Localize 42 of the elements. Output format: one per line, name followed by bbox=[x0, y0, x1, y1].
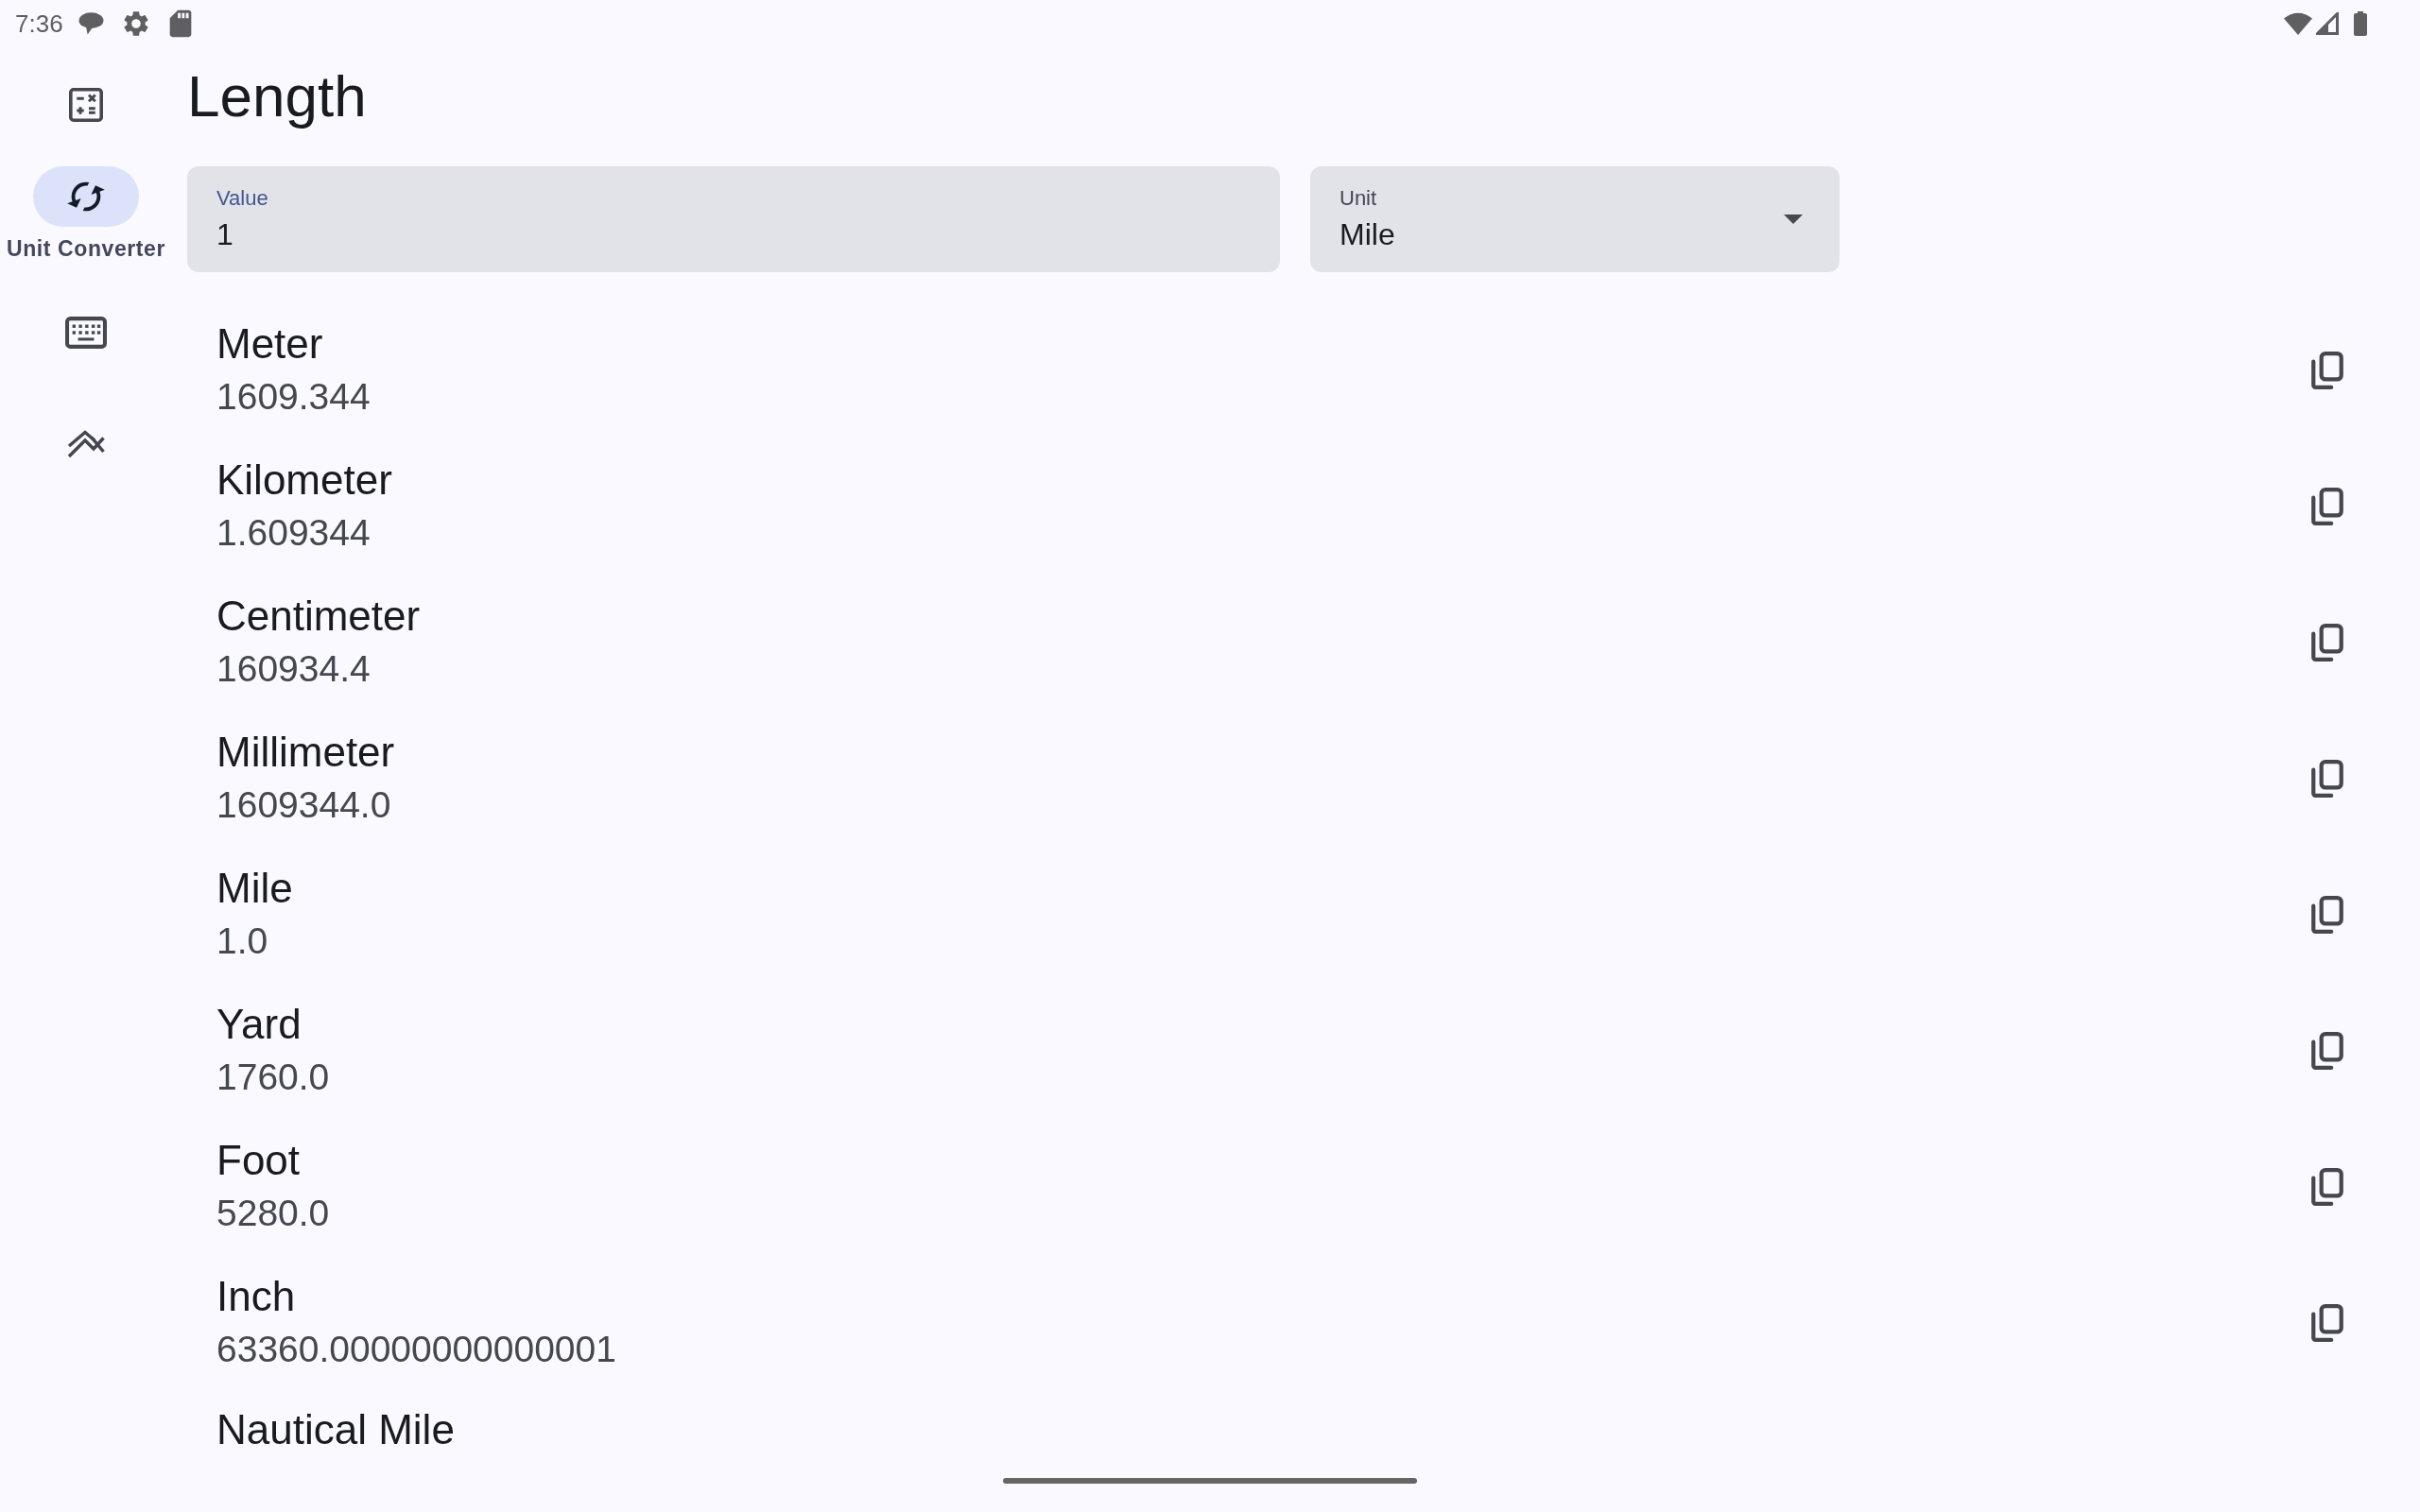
copy-icon bbox=[2311, 760, 2343, 798]
line-chart-icon bbox=[67, 430, 105, 458]
converted-value: 1609.344 bbox=[216, 375, 371, 419]
unit-name: Foot bbox=[216, 1136, 301, 1185]
unit-name: Meter bbox=[216, 319, 323, 369]
converted-value: 1.0 bbox=[216, 919, 268, 963]
unit-name: Yard bbox=[216, 1000, 302, 1049]
unit-name: Mile bbox=[216, 864, 293, 913]
calculator-icon bbox=[69, 88, 103, 122]
copy-icon bbox=[2311, 352, 2343, 389]
unit-name: Centimeter bbox=[216, 592, 421, 641]
cell-signal-icon bbox=[2316, 12, 2339, 35]
converted-value: 1.609344 bbox=[216, 511, 371, 555]
unit-name: Nautical Mile bbox=[216, 1408, 455, 1452]
page-title: Length bbox=[187, 62, 367, 130]
copy-icon bbox=[2311, 896, 2343, 934]
unit-name: Millimeter bbox=[216, 728, 395, 777]
copy-icon bbox=[2311, 1304, 2343, 1342]
converted-value: 1609344.0 bbox=[216, 783, 391, 827]
unit-name: Kilometer bbox=[216, 455, 392, 505]
field-value: Mile bbox=[1340, 216, 1395, 253]
battery-icon bbox=[2354, 11, 2367, 36]
converted-value: 5280.0 bbox=[216, 1192, 330, 1235]
copy-icon bbox=[2311, 1032, 2343, 1070]
unit-name: Inch bbox=[216, 1272, 296, 1321]
copy-icon bbox=[2311, 488, 2343, 525]
wifi-icon bbox=[2284, 12, 2312, 35]
status-time: 7:36 bbox=[15, 9, 63, 38]
caret-icon bbox=[1784, 215, 1803, 224]
keyboard-icon bbox=[65, 317, 107, 349]
copy-icon bbox=[2311, 624, 2343, 662]
field-label: Unit bbox=[1340, 185, 1377, 212]
unit-dropdown[interactable]: Unit Mile bbox=[1310, 166, 1840, 272]
nav-rail-item[interactable]: Unit Converter bbox=[6, 166, 166, 262]
field-label: Value bbox=[216, 185, 268, 212]
value-input-field[interactable]: Value 1 bbox=[187, 166, 1280, 272]
copy-icon bbox=[2311, 1168, 2343, 1206]
converted-value: 63360.00000000000001 bbox=[216, 1328, 616, 1371]
field-value: 1 bbox=[216, 216, 233, 253]
converted-value: 1760.0 bbox=[216, 1056, 330, 1099]
chat-bubble-icon bbox=[78, 12, 104, 35]
converted-value: 160934.4 bbox=[216, 647, 371, 691]
